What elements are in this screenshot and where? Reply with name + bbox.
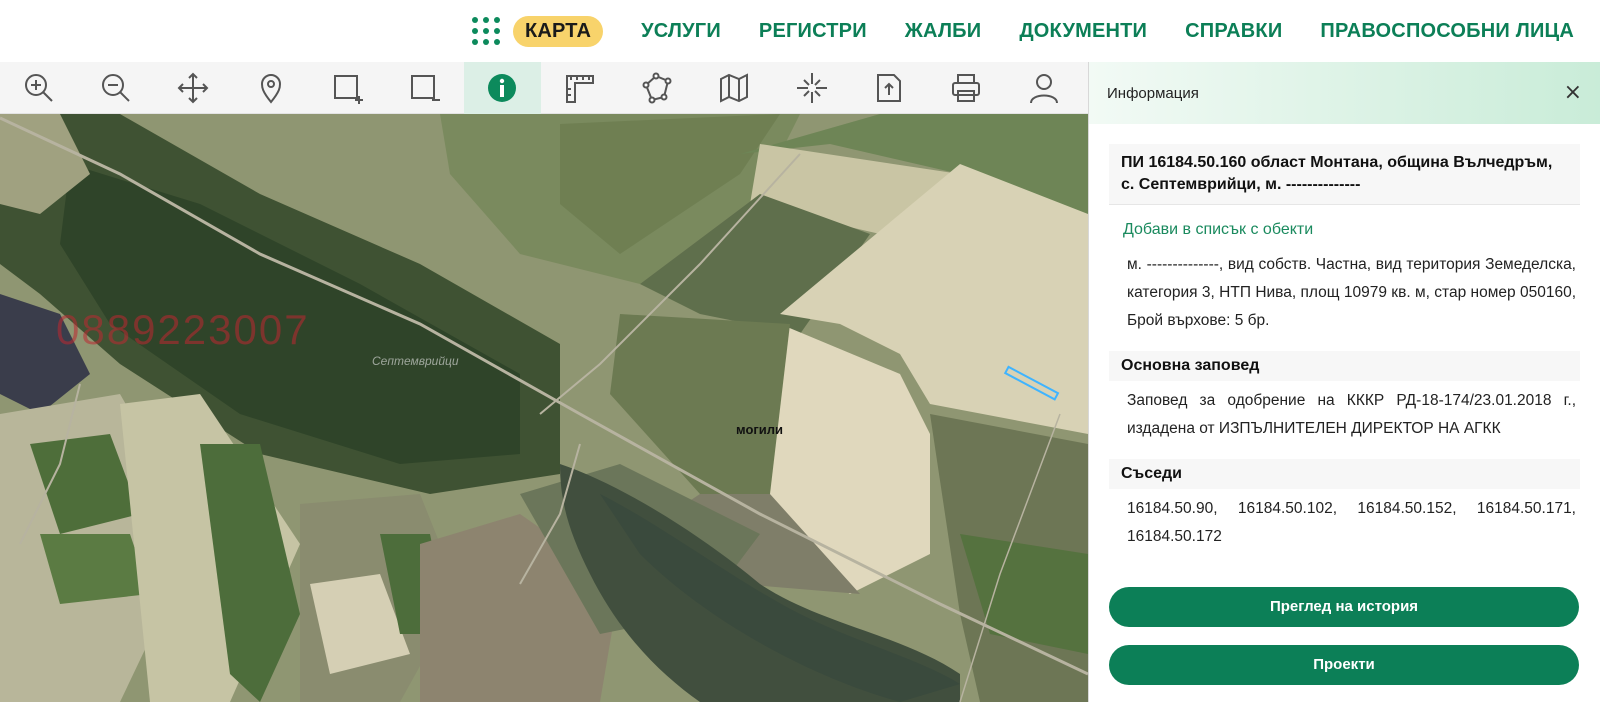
select-rectangle-add-icon <box>333 75 363 104</box>
satellite-imagery <box>0 114 1088 702</box>
map-toolbar <box>0 62 1088 114</box>
top-navigation: КАРТА УСЛУГИ РЕГИСТРИ ЖАЛБИ ДОКУМЕНТИ СП… <box>0 0 1600 62</box>
location-button[interactable] <box>232 62 309 114</box>
select-add-button[interactable] <box>309 62 386 114</box>
nav-pravosposobni-lica[interactable]: ПРАВОСПОСОБНИ ЛИЦА <box>1320 20 1574 43</box>
phone-watermark: 0889223007 <box>56 306 310 353</box>
neighbors-heading: Съседи <box>1109 459 1580 489</box>
location-pin-icon <box>260 74 281 104</box>
zoom-in-icon <box>24 74 53 102</box>
print-icon <box>952 74 981 102</box>
info-button[interactable] <box>463 62 542 114</box>
nav-spravki[interactable]: СПРАВКИ <box>1185 20 1282 43</box>
panel-header: Информация × <box>1089 62 1600 124</box>
village-label: Септемврийци <box>372 354 459 368</box>
print-button[interactable] <box>928 62 1005 114</box>
property-title: ПИ 16184.50.160 област Монтана, община В… <box>1109 144 1580 205</box>
apps-grid-icon[interactable] <box>471 17 500 45</box>
panel-body: ПИ 16184.50.160 област Монтана, община В… <box>1089 124 1600 559</box>
user-button[interactable] <box>1005 62 1082 114</box>
crosshair-icon <box>796 73 827 103</box>
nav-uslugi[interactable]: УСЛУГИ <box>641 20 721 43</box>
nav-registri[interactable]: РЕГИСТРИ <box>759 20 867 43</box>
projects-button[interactable]: Проекти <box>1109 645 1579 685</box>
nav-zhalbi[interactable]: ЖАЛБИ <box>905 20 982 43</box>
neighbors-list: 16184.50.90, 16184.50.102, 16184.50.152,… <box>1127 500 1576 545</box>
panel-title: Информация <box>1107 84 1199 102</box>
history-button[interactable]: Преглед на история <box>1109 587 1579 627</box>
map-layers-icon <box>720 73 749 103</box>
map-label-mogili: могили <box>736 422 784 437</box>
measure-icon <box>565 75 594 103</box>
pan-icon <box>177 72 209 104</box>
map-layers-button[interactable] <box>696 62 773 114</box>
measure-button[interactable] <box>541 62 618 114</box>
zoom-out-icon <box>101 74 130 102</box>
nav-dokumenti[interactable]: ДОКУМЕНТИ <box>1019 20 1147 43</box>
info-icon <box>488 74 517 102</box>
nav-karta[interactable]: КАРТА <box>512 15 604 47</box>
zoom-out-button[interactable] <box>77 62 154 114</box>
pan-button[interactable] <box>155 62 232 114</box>
zoom-in-button[interactable] <box>0 62 77 114</box>
polygon-icon <box>642 72 672 104</box>
info-panel: Информация × ПИ 16184.50.160 област Монт… <box>1088 62 1600 702</box>
user-icon <box>1029 74 1058 104</box>
property-description: м. --------------, вид собств. Частна, в… <box>1127 256 1576 329</box>
select-remove-button[interactable] <box>386 62 463 114</box>
order-heading: Основна заповед <box>1109 351 1580 381</box>
order-text: Заповед за одобрение на КККР РД-18-174/2… <box>1127 392 1576 437</box>
select-rectangle-remove-icon <box>411 75 441 101</box>
upload-file-button[interactable] <box>850 62 927 114</box>
add-to-list-link[interactable]: Добави в списък с обекти <box>1109 205 1580 245</box>
upload-file-icon <box>876 74 901 102</box>
polygon-button[interactable] <box>618 62 695 114</box>
crosshair-button[interactable] <box>773 62 850 114</box>
map-canvas[interactable]: 0889223007 Септемврийци могили <box>0 114 1088 702</box>
close-icon[interactable]: × <box>1564 82 1582 104</box>
